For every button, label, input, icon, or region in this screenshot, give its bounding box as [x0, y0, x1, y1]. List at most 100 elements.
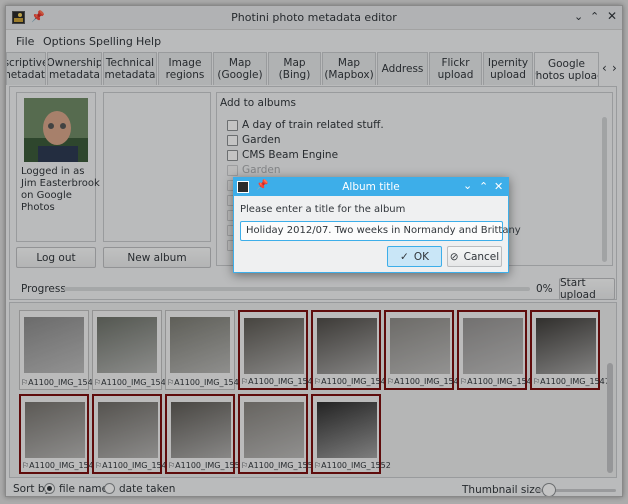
minimize-icon[interactable]: ⌄ [574, 10, 583, 23]
thumbnail-item[interactable]: ⚐A1100_IMG_1551 [238, 394, 318, 474]
thumbnail-image [24, 317, 84, 373]
avatar [24, 98, 88, 162]
thumbnail-caption: ⚐A1100_IMG_1551 [241, 461, 318, 470]
thumbnail-image [317, 402, 377, 458]
thumbnail-caption: ⚐A1100_IMG_1552 [314, 461, 391, 470]
menu-bar: File Options Spelling Help [6, 30, 622, 52]
tab-technical-metadata[interactable]: Technical metadata [103, 52, 157, 85]
album-label-1: A day of train related stuff. [242, 119, 384, 131]
thumbnail-item[interactable]: ⚐A1100_IMG_1540 [19, 310, 98, 390]
tab-descriptive-metadata[interactable]: scriptive metadata [6, 52, 46, 85]
sort-date-taken-radio[interactable] [104, 483, 115, 494]
thumbnail-caption: ⚐A1100_IMG_1542 [167, 378, 244, 387]
thumbnail-item[interactable]: ⚐A1100_IMG_1542 [165, 310, 244, 390]
album-title-value: Holiday 2012/07. Two weeks in Normandy a… [246, 225, 521, 236]
thumbnail-image [536, 318, 596, 374]
dialog-minimize-icon[interactable]: ⌄ [463, 179, 472, 192]
thumbnail-item[interactable]: ⚐A1100_IMG_1548 [19, 394, 99, 474]
thumbnail-item[interactable]: ⚐A1100_IMG_1549 [92, 394, 172, 474]
thumbnail-image [317, 318, 377, 374]
thumbnail-item[interactable]: ⚐A1100_IMG_1545 [384, 310, 464, 390]
thumbnail-scrollbar[interactable] [607, 363, 613, 473]
thumbnail-caption: ⚐A1100_IMG_1547 [533, 377, 610, 386]
thumbnail-item[interactable]: ⚐A1100_IMG_1541 [92, 310, 171, 390]
tab-flickr-upload[interactable]: Flickr upload [429, 52, 482, 85]
thumbnail-caption: ⚐A1100_IMG_1549 [95, 461, 172, 470]
thumbnail-caption: ⚐A1100_IMG_1546 [460, 377, 537, 386]
album-checkbox-4 [227, 165, 238, 176]
thumbnail-item[interactable]: ⚐A1100_IMG_1543 [238, 310, 318, 390]
thumbnail-size-handle[interactable] [542, 483, 556, 496]
menu-help[interactable]: Help [136, 35, 161, 48]
start-upload-button[interactable]: Start upload [559, 277, 615, 301]
sort-file-name-label: file name [59, 483, 109, 495]
window-title: Photini photo metadata editor [231, 11, 397, 24]
dialog-close-icon[interactable]: ✕ [494, 180, 503, 193]
preview-panel [103, 92, 211, 242]
tab-bar: scriptive metadata Ownership metadata Te… [6, 52, 622, 86]
thumbnail-caption: ⚐A1100_IMG_1550 [168, 461, 245, 470]
thumbnail-caption: ⚐A1100_IMG_1540 [21, 378, 98, 387]
thumbnail-item[interactable]: ⚐A1100_IMG_1552 [311, 394, 391, 474]
tab-map-bing[interactable]: Map (Bing) [268, 52, 321, 85]
thumbnail-image [98, 402, 158, 458]
album-checkbox-3[interactable] [227, 150, 238, 161]
tab-ipernity-upload[interactable]: Ipernity upload [483, 52, 533, 85]
sort-file-name-radio[interactable] [44, 483, 55, 494]
progress-label: Progress [21, 283, 66, 295]
thumbnail-area: ⚐A1100_IMG_1540 ⚐A1100_IMG_1541 ⚐A1100_IMG… [9, 302, 617, 478]
title-bar: 📌 Photini photo metadata editor ⌄ ⌃ ✕ [6, 6, 622, 30]
album-label-2: Garden [242, 134, 281, 146]
thumbnail-caption: ⚐A1100_IMG_1541 [94, 378, 171, 387]
check-icon: ✓ [400, 250, 409, 263]
thumbnail-caption: ⚐A1100_IMG_1545 [387, 377, 464, 386]
thumbnail-caption: ⚐A1100_IMG_1543 [241, 377, 318, 386]
tab-google-photos-upload[interactable]: Google Photos upload [534, 52, 599, 86]
logout-button[interactable]: Log out [16, 247, 96, 268]
tab-ownership-metadata[interactable]: Ownership metadata [47, 52, 102, 85]
thumbnail-image [171, 402, 231, 458]
tab-image-regions[interactable]: Image regions [158, 52, 212, 85]
menu-options[interactable]: Options [43, 35, 85, 48]
album-title-dialog: 📌 Album title ⌄ ⌃ ✕ Please enter a title… [233, 177, 521, 273]
thumbnail-image [244, 318, 304, 374]
album-label-3: CMS Beam Engine [242, 149, 339, 161]
album-checkbox-1[interactable] [227, 120, 238, 131]
album-checkbox-2[interactable] [227, 135, 238, 146]
thumbnail-caption: ⚐A1100_IMG_1544 [314, 377, 391, 386]
progress-percent: 0% [536, 283, 553, 295]
thumbnail-caption: ⚐A1100_IMG_1548 [22, 461, 99, 470]
progress-bar [64, 287, 530, 291]
menu-spelling[interactable]: Spelling [89, 35, 133, 48]
albums-scrollbar[interactable] [602, 117, 607, 262]
thumbnail-image [25, 402, 85, 458]
dialog-ok-button[interactable]: ✓ OK [387, 246, 442, 267]
dialog-title-bar: 📌 Album title ⌄ ⌃ ✕ [234, 178, 508, 196]
thumbnail-size-label: Thumbnail size [462, 484, 542, 496]
user-panel: Logged in as Jim Easterbrook on Google P… [16, 92, 100, 242]
tab-scroll-left-icon[interactable]: ‹ [602, 61, 607, 75]
dialog-cancel-button[interactable]: ⊘ Cancel [447, 246, 502, 267]
tab-map-mapbox[interactable]: Map (Mapbox) [322, 52, 376, 85]
dialog-prompt: Please enter a title for the album [240, 204, 406, 215]
menu-file[interactable]: File [16, 35, 34, 48]
dialog-maximize-icon[interactable]: ⌃ [479, 180, 488, 193]
tab-address[interactable]: Address [377, 52, 428, 85]
album-title-input[interactable]: Holiday 2012/07. Two weeks in Normandy a… [240, 221, 521, 241]
tab-scroll-right-icon[interactable]: › [612, 61, 617, 75]
thumbnail-item[interactable]: ⚐A1100_IMG_1550 [165, 394, 245, 474]
maximize-icon[interactable]: ⌃ [590, 10, 599, 23]
new-album-button[interactable]: New album [103, 247, 211, 268]
thumbnail-image [244, 402, 304, 458]
tab-map-google[interactable]: Map (Google) [213, 52, 267, 85]
sort-date-taken-label: date taken [119, 483, 176, 495]
thumbnail-item[interactable]: ⚐A1100_IMG_1544 [311, 310, 391, 390]
thumbnail-image [170, 317, 230, 373]
thumbnail-item[interactable]: ⚐A1100_IMG_1547 [530, 310, 610, 390]
album-label-4: Garden [242, 164, 281, 176]
thumbnail-item[interactable]: ⚐A1100_IMG_1546 [457, 310, 537, 390]
close-icon[interactable]: ✕ [607, 9, 617, 23]
thumbnail-image [390, 318, 450, 374]
cancel-icon: ⊘ [449, 250, 459, 263]
thumbnail-image [97, 317, 157, 373]
